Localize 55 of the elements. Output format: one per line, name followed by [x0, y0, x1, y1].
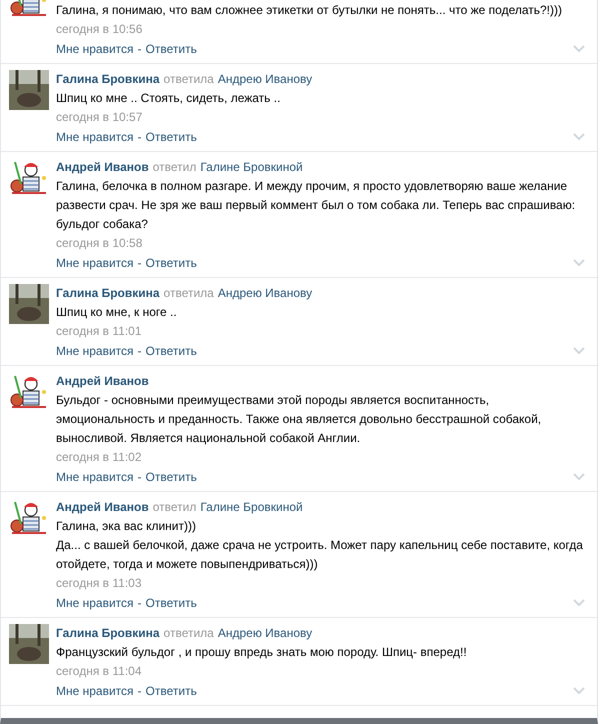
author-link[interactable]: Галина Бровкина	[56, 626, 160, 640]
reply-verb: ответил	[152, 500, 196, 514]
comment-time: сегодня в 10:58	[56, 235, 144, 252]
comment-time: сегодня в 10:56	[56, 21, 144, 38]
separator-text: -	[138, 595, 142, 612]
reply-link[interactable]: Ответить	[146, 253, 197, 273]
comment-text: Шпиц ко мне, к ноге ..	[56, 304, 178, 321]
separator-text: -	[138, 129, 142, 146]
comment-text: Да... с вашей белочкой, даже срача не устроить. Может пару капельниц себе поставите, когда отойдете, тогда и можете повыпендриваться)))	[56, 537, 584, 573]
author-link[interactable]: Андрей Иванов	[56, 160, 149, 174]
comment-time: сегодня в 11:02	[56, 449, 143, 466]
like-link[interactable]: Мне нравится	[56, 253, 134, 273]
separator-text: -	[138, 343, 142, 360]
recipient-link[interactable]: Галине Бровкиной	[200, 500, 303, 514]
author-link[interactable]: Андрей Иванов	[56, 374, 149, 388]
recipient-link[interactable]: Андрею Иванову	[218, 286, 312, 300]
reply-verb: ответила	[164, 286, 214, 300]
like-link[interactable]: Мне нравится	[56, 39, 134, 59]
like-link[interactable]: Мне нравится	[56, 681, 134, 701]
comment-time: сегодня в 11:04	[56, 663, 143, 680]
like-link[interactable]: Мне нравится	[56, 127, 134, 147]
recipient-link[interactable]: Андрею Иванову	[218, 72, 312, 86]
reply-link[interactable]: Ответить	[146, 593, 197, 613]
reply-verb: ответила	[164, 72, 214, 86]
author-link[interactable]: Галина Бровкина	[56, 286, 160, 300]
comment-text: Шпиц ко мне .. Стоять, сидеть, лежать ..	[56, 90, 282, 107]
separator-text: -	[138, 469, 142, 486]
reply-link[interactable]: Ответить	[146, 681, 197, 701]
comment-text: Галина, белочка в полном разгаре. И между прочим, я просто удовлетворяю ваше желание развести срач. Не зря же ваш первый коммент был о том собака ли. Теперь вас спрашиваю: бульдог собака?	[56, 178, 576, 233]
reply-verb: ответила	[164, 626, 214, 640]
comment-time: сегодня в 10:57	[56, 109, 144, 126]
author-link[interactable]: Андрей Иванов	[56, 500, 149, 514]
like-link[interactable]: Мне нравится	[56, 341, 134, 361]
reply-link[interactable]: Ответить	[146, 467, 197, 487]
comment-time: сегодня в 11:03	[56, 575, 143, 592]
reply-link[interactable]: Ответить	[146, 39, 197, 59]
photo-placeholder[interactable]	[9, 624, 49, 664]
separator-text: -	[138, 255, 142, 272]
comment-time: сегодня в 11:01	[56, 323, 143, 340]
like-link[interactable]: Мне нравится	[56, 593, 134, 613]
separator-text: -	[138, 683, 142, 700]
recipient-link[interactable]: Андрею Иванову	[218, 626, 312, 640]
comment-text: Галина, я понимаю, что вам сложнее этикетки от бутылки не понять... что же поделать?!)))	[56, 2, 564, 19]
photo-placeholder[interactable]	[9, 70, 49, 110]
recipient-link[interactable]: Галине Бровкиной	[200, 160, 303, 174]
author-link[interactable]: Галина Бровкина	[56, 72, 160, 86]
reply-link[interactable]: Ответить	[146, 127, 197, 147]
comment-text: Бульдог - основными преимуществами этой породы является воспитанность, эмоциональность и преданность. Также она является довольно бесстрашной собакой, выносливой. Является национальной собакой Англии.	[56, 392, 542, 447]
comment-text: Французский бульдог , и прошу впредь знать мою породу. Шпиц- вперед!!	[56, 644, 468, 661]
reply-link[interactable]: Ответить	[146, 341, 197, 361]
photo-placeholder[interactable]	[9, 284, 49, 324]
comment-text: Галина, эка вас клинит)))	[56, 518, 197, 535]
reply-verb: ответил	[152, 160, 196, 174]
separator-text: -	[138, 41, 142, 58]
like-link[interactable]: Мне нравится	[56, 467, 134, 487]
